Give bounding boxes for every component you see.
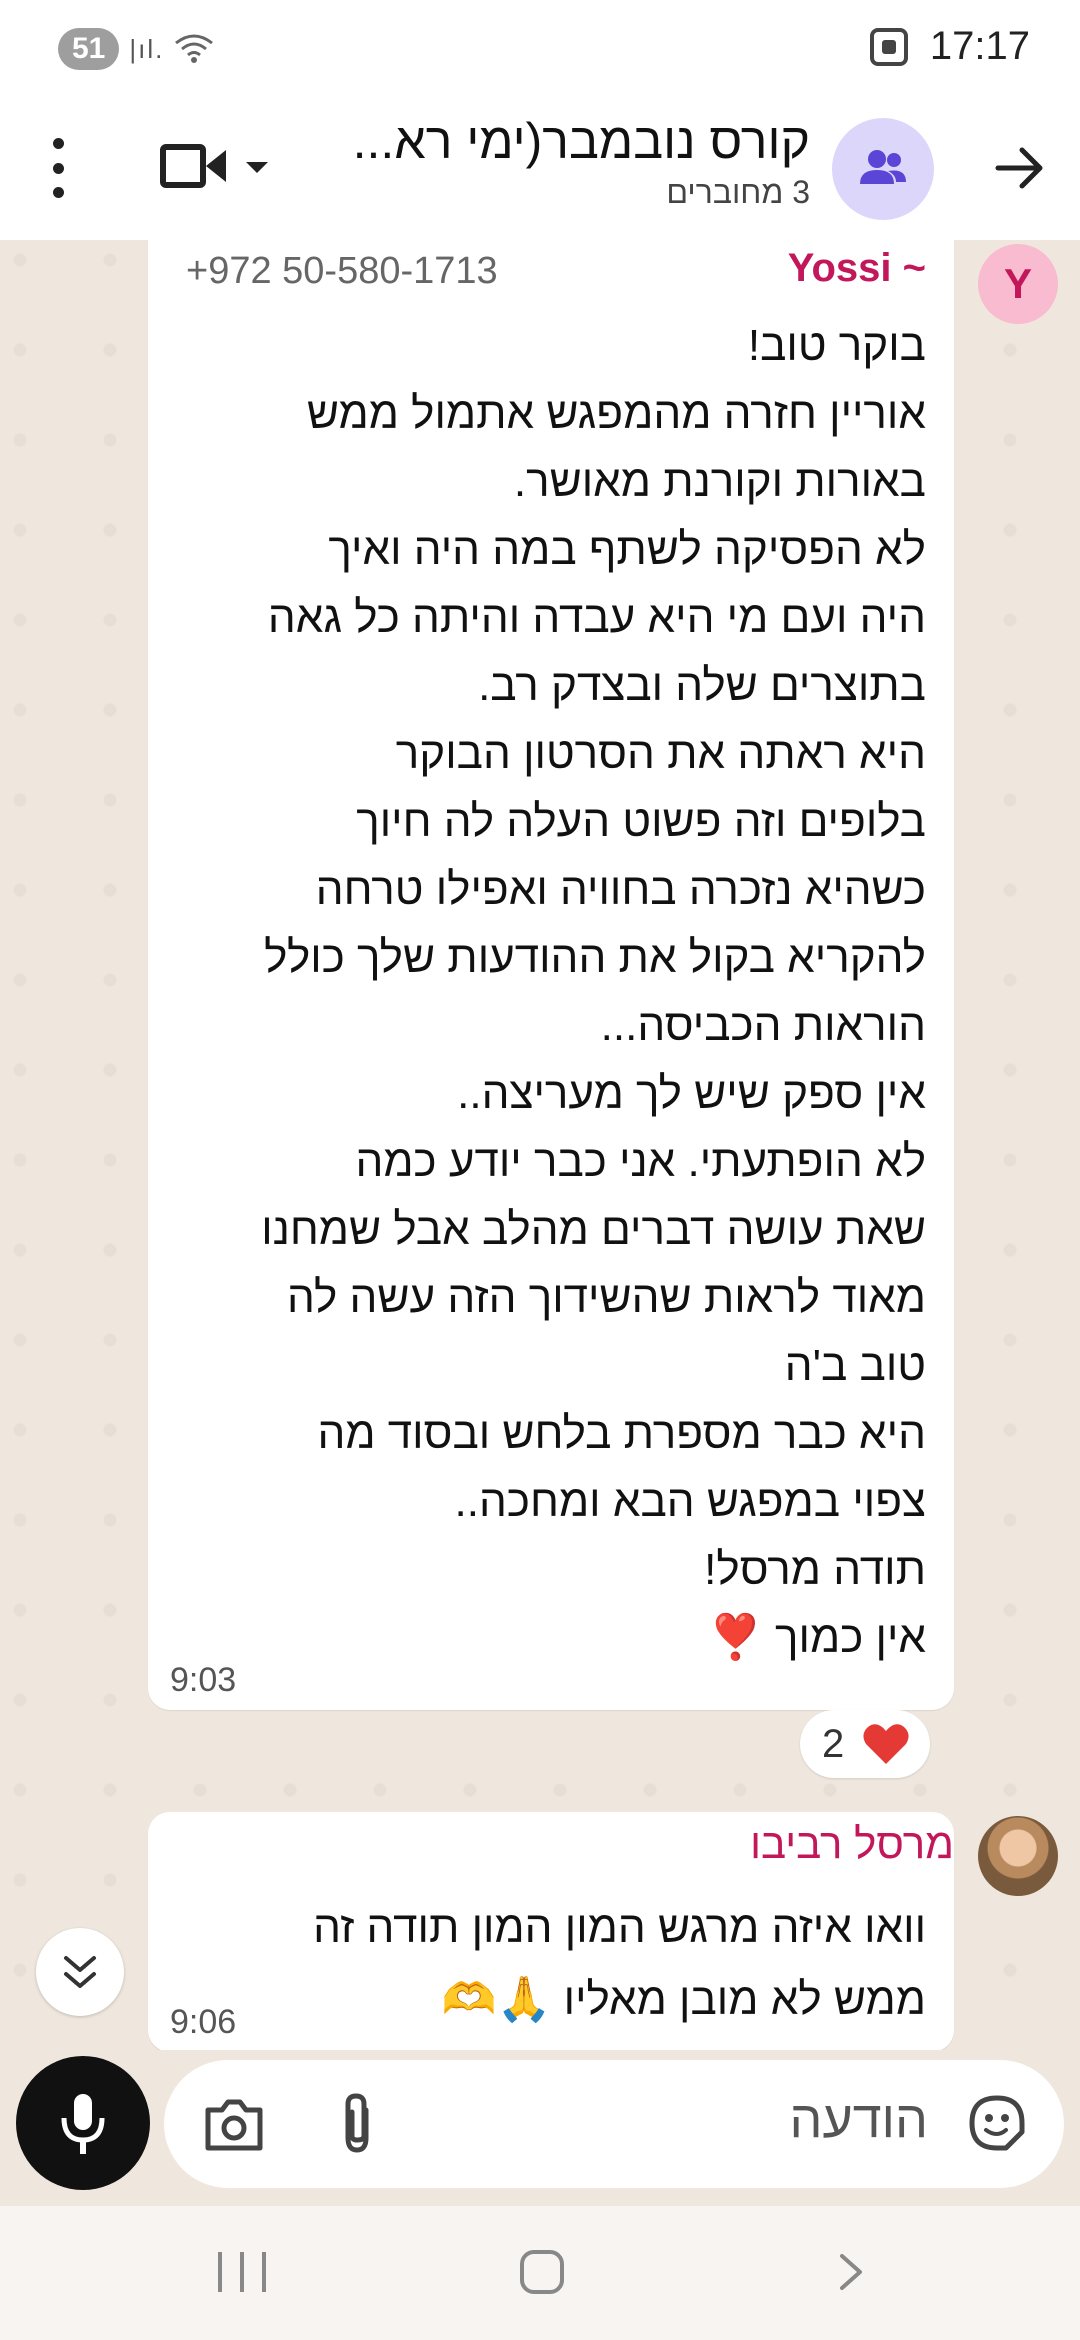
message-line: להקריא בקול את ההודעות שלך כולל (264, 933, 926, 982)
voice-record-button[interactable] (16, 2056, 150, 2190)
video-call-button[interactable] (160, 140, 280, 200)
heart-icon (863, 1724, 909, 1764)
reaction-badge[interactable]: 2 (800, 1710, 930, 1778)
message-line: ממש לא מובן מאליו 🙏🫶 (441, 1975, 926, 2024)
group-icon (860, 150, 906, 184)
message-line: שאת עושה דברים מהלב אבל שמחנו (261, 1205, 926, 1254)
video-camera-icon (160, 144, 206, 188)
message-line: אין כמוך ❣️ (708, 1613, 926, 1662)
sender-phone: +972 50-580-1713 (186, 250, 498, 292)
sender-row: ~ Yossi +972 50-580-1713 (186, 246, 926, 298)
message-line: מאוד לראות שהשידוך הזה עשה לה (287, 1273, 926, 1322)
home-icon[interactable] (520, 2250, 564, 2294)
chat-area[interactable]: Y ~ Yossi +972 50-580-1713 בוקר טוב! אור… (0, 240, 1080, 2050)
message-line: באורות וקורנת מאושר. (513, 457, 926, 506)
chat-header: קורס נובמבר(ימי רא... 3 מחוברים (0, 100, 1080, 241)
avatar[interactable]: Y (978, 244, 1058, 324)
chat-title-block[interactable]: קורס נובמבר(ימי רא... 3 מחוברים (270, 112, 810, 211)
message-text: וואו איזה מרגש המון המון תודה זה ממש לא … (166, 1892, 926, 2036)
message-line: הוראות הכביסה... (600, 1001, 926, 1050)
recents-icon[interactable] (218, 2252, 266, 2292)
more-options-icon[interactable] (48, 138, 68, 198)
message-line: אוריין חזרה מהמפגש אתמול ממש (306, 389, 926, 438)
group-avatar[interactable] (832, 118, 934, 220)
back-arrow-icon[interactable] (990, 138, 1050, 198)
wifi-icon (175, 34, 214, 63)
nav-back-icon[interactable] (830, 2252, 870, 2292)
message-line: בוקר טוב! (747, 321, 926, 370)
message-line: היא ראתה את הסרטון הבוקר (395, 729, 926, 778)
microphone-icon (61, 2094, 105, 2154)
message-line: לא הופתעתי. אני כבר יודע כמה (355, 1137, 926, 1186)
message-line: בלופים וזה פשוט העלה לה חיוך (356, 797, 926, 846)
chat-title: קורס נובמבר(ימי רא... (352, 113, 810, 169)
reaction-count: 2 (822, 1722, 845, 1766)
chat-subtitle: 3 מחוברים (666, 174, 810, 210)
system-nav-bar (0, 2206, 1080, 2340)
message-line: תודה מרסל! (704, 1545, 926, 1594)
double-chevron-down-icon (64, 1956, 96, 1988)
battery-indicator: 51 (58, 28, 120, 70)
attach-icon[interactable] (334, 2090, 380, 2158)
message-line: וואו איזה מרגש המון המון תודה זה (313, 1903, 926, 1952)
sender-name[interactable]: ~ Yossi (788, 246, 926, 291)
message-input[interactable]: הודעה (164, 2060, 1064, 2188)
message-line: טוב ב'ה (784, 1341, 926, 1390)
status-bar: 51 |ıl. 17:17 (0, 0, 1080, 100)
message-bubble[interactable]: ~ Yossi +972 50-580-1713 בוקר טוב! אוריי… (148, 240, 954, 1710)
sender-name[interactable]: מרסל רביבו (750, 1820, 954, 1868)
scroll-down-button[interactable] (36, 1928, 124, 2016)
message-line: לא הפסיקה לשתף במה היה ואיך (328, 525, 926, 574)
message-bubble[interactable]: מרסל רביבו וואו איזה מרגש המון המון תודה… (148, 1812, 954, 2050)
message-input-placeholder: הודעה (789, 2091, 928, 2149)
message-line: צפוי במפגש הבא ומחכה.. (454, 1477, 926, 1526)
signal-icon: |ıl. (129, 33, 165, 64)
message-time: 9:03 (170, 1661, 237, 1699)
chevron-down-icon (246, 162, 268, 173)
camera-icon[interactable] (204, 2096, 264, 2152)
message-line: היה ועם מי היא עבדה והיתה כל גאה (267, 593, 926, 642)
message-line: היא כבר מספרת בלחש ובסוד מה (317, 1409, 926, 1458)
status-right: 17:17 (869, 24, 1030, 69)
screen-record-icon (869, 27, 908, 66)
message-text: בוקר טוב! אוריין חזרה מהמפגש אתמול ממש ב… (166, 312, 926, 1672)
message-line: אין ספק שיש לך מעריצה.. (457, 1069, 926, 1118)
sticker-icon[interactable] (966, 2092, 1028, 2154)
status-time: 17:17 (929, 24, 1030, 68)
status-left: 51 |ıl. (58, 28, 214, 70)
message-line: בתוצרים שלה ובצדק רב. (478, 661, 926, 710)
avatar[interactable] (978, 1816, 1058, 1896)
message-line: כשהיא נזכרה בחוויה ואפילו טרחה (315, 865, 926, 914)
message-time: 9:06 (170, 2003, 237, 2041)
